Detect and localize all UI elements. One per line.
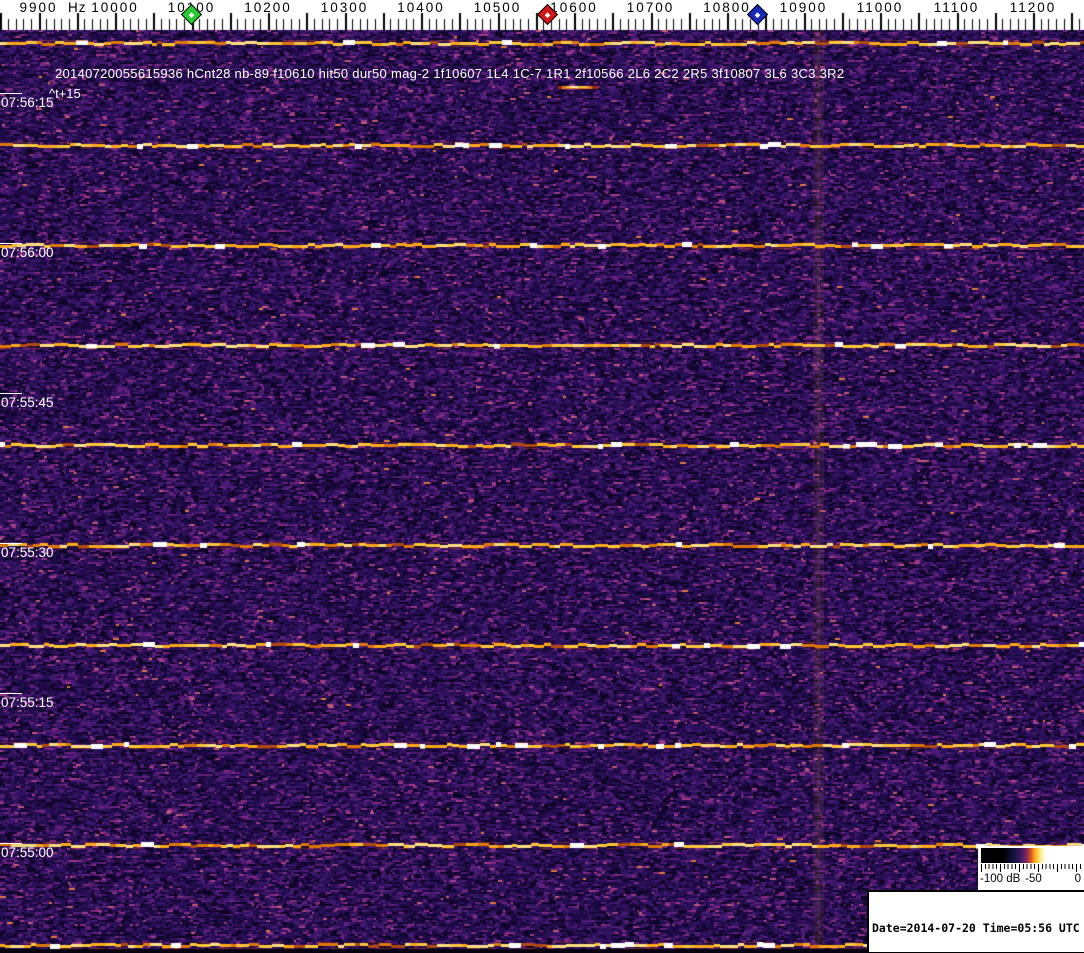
colorbar-min-label: -100 dB bbox=[980, 873, 1021, 885]
info-box: Date=2014-07-20 Time=05:56 UTC Freq=143 … bbox=[867, 890, 1084, 953]
time-label-text: 07:56:00 bbox=[1, 245, 54, 260]
time-label-text: 07:55:15 bbox=[1, 695, 54, 710]
colorbar-max-label: 0 bbox=[1074, 873, 1081, 885]
time-label: 07:55:45 bbox=[0, 393, 54, 410]
info-date-line: Date=2014-07-20 Time=05:56 UTC bbox=[872, 921, 1080, 935]
time-tick bbox=[0, 393, 22, 394]
meteor-echo-display: 9900100001010010200103001040010500106001… bbox=[0, 0, 1084, 953]
time-label-text: 07:56:15 bbox=[1, 95, 54, 110]
time-label-text: 07:55:45 bbox=[1, 395, 54, 410]
colorbar-labels: -100 dB -50 0 bbox=[978, 873, 1084, 888]
freq-tick-label: 10900 bbox=[779, 0, 828, 15]
time-label: 07:55:30 bbox=[0, 543, 54, 560]
freq-tick-label: 10700 bbox=[626, 0, 675, 15]
freq-tick-label: 9900 bbox=[19, 0, 58, 15]
time-label: 07:55:00 bbox=[0, 843, 54, 860]
freq-tick-label: 10800 bbox=[703, 0, 751, 15]
freq-tick-label: 10000 bbox=[91, 0, 139, 15]
time-tick bbox=[0, 93, 22, 94]
marker-center-dot bbox=[544, 12, 551, 19]
time-tick bbox=[0, 843, 22, 844]
colorbar-ticks bbox=[981, 864, 1081, 872]
colorbar-mid-label: -50 bbox=[1025, 873, 1042, 885]
time-label-text: 07:55:00 bbox=[1, 845, 54, 860]
marker-center-dot bbox=[754, 12, 761, 19]
time-cursor-label: ^t+15 bbox=[49, 86, 81, 101]
marker-center-dot bbox=[188, 12, 195, 19]
time-tick bbox=[0, 243, 22, 244]
freq-tick-label: 10200 bbox=[244, 0, 292, 15]
freq-tick-label: 10400 bbox=[397, 0, 445, 15]
time-label-text: 07:55:30 bbox=[1, 545, 54, 560]
time-tick bbox=[0, 693, 22, 694]
frequency-unit-label: Hz bbox=[68, 0, 87, 15]
freq-tick-label: 11100 bbox=[933, 0, 980, 15]
freq-tick-label: 10300 bbox=[320, 0, 369, 15]
freq-tick-label: 10500 bbox=[473, 0, 522, 15]
db-colorbar: -100 dB -50 0 bbox=[978, 846, 1084, 890]
time-label: 07:56:00 bbox=[0, 243, 54, 260]
colorbar-gradient bbox=[981, 848, 1081, 863]
freq-tick-label: 11000 bbox=[856, 0, 904, 15]
time-label: 07:56:15 bbox=[0, 93, 54, 110]
time-label: 07:55:15 bbox=[0, 693, 54, 710]
detection-annotation: 20140720055615936 hCnt28 nb-89 f10610 hi… bbox=[55, 66, 845, 81]
time-tick bbox=[0, 543, 22, 544]
freq-tick-label: 11200 bbox=[1009, 0, 1057, 15]
spectrogram-canvas bbox=[0, 0, 1084, 953]
frequency-ruler: 9900100001010010200103001040010500106001… bbox=[0, 0, 1084, 30]
